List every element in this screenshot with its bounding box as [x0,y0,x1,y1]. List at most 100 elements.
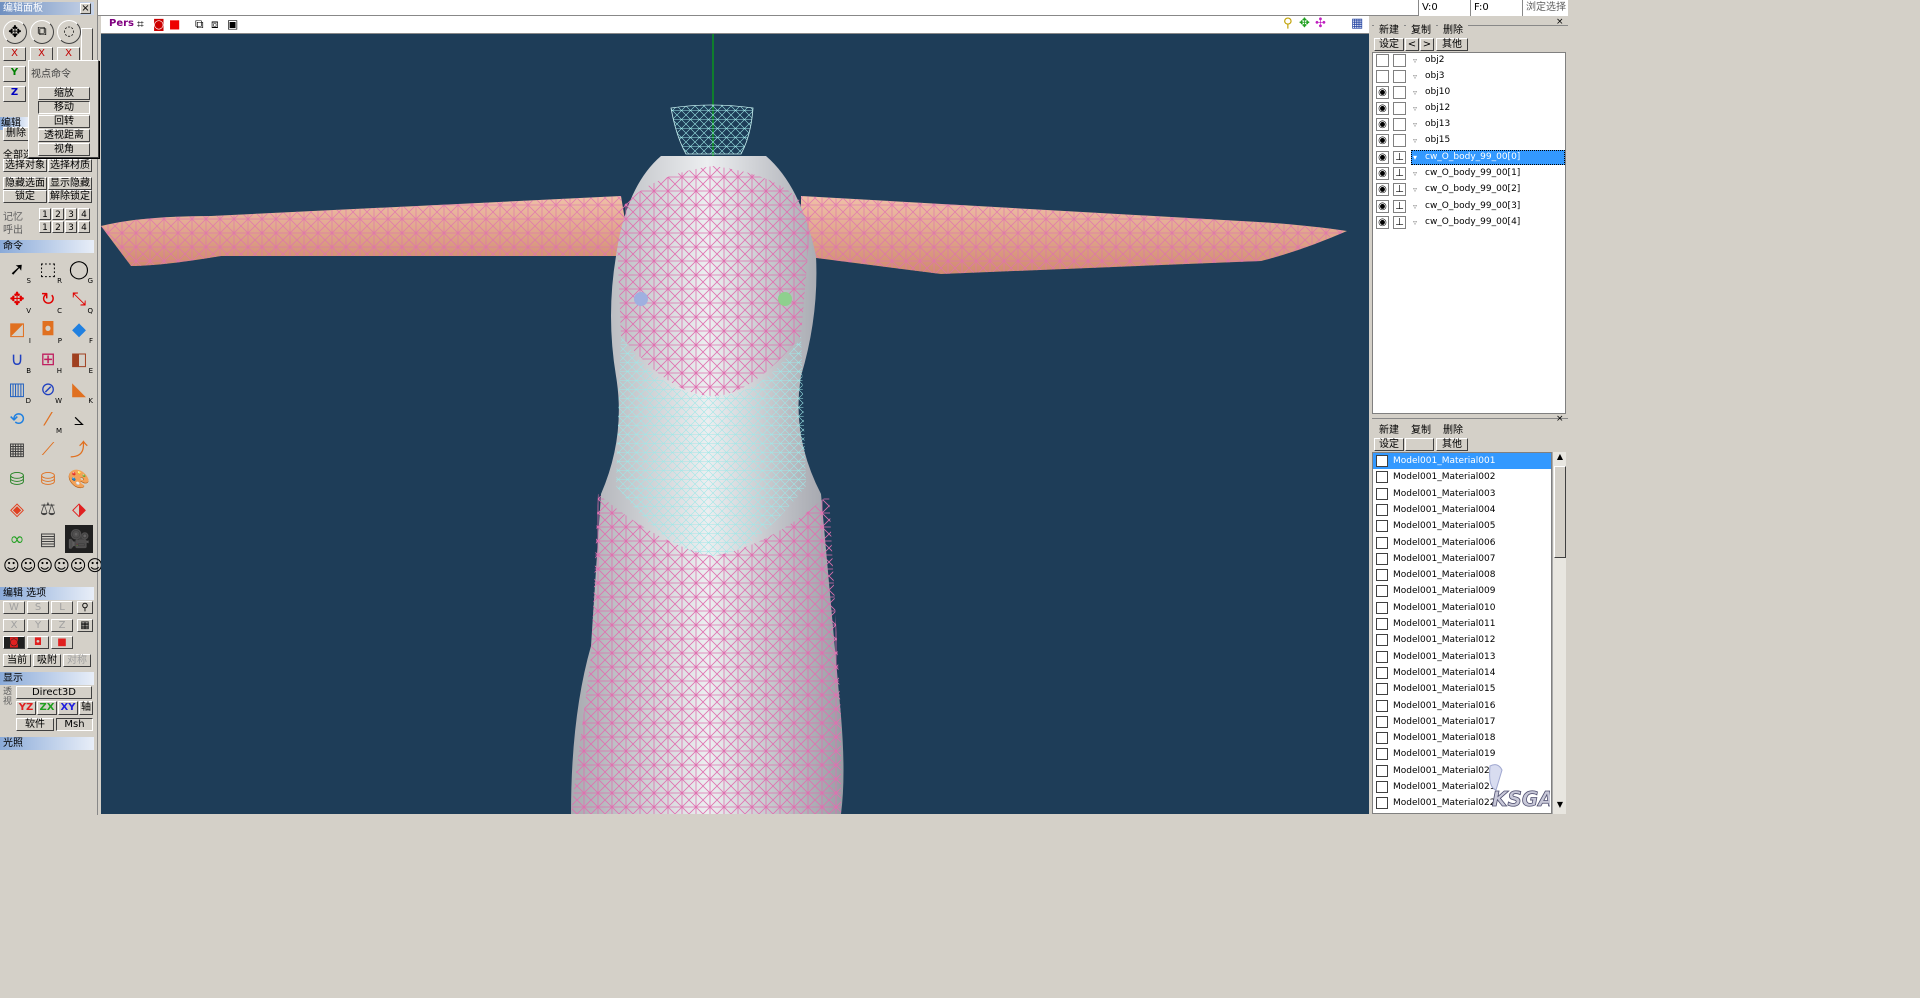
paint-icon[interactable]: 🎨 [65,465,93,493]
zoom-view-icon[interactable]: ⚲ [1283,16,1293,31]
symmetry-button[interactable]: 对称 [63,654,91,667]
object-other-button[interactable]: 其他 [1436,38,1468,51]
select-arrow-icon[interactable]: ➚ S [3,255,31,286]
material-visibility-checkbox[interactable] [1376,618,1388,630]
option-w-button[interactable]: W [3,601,25,614]
pin-lock-icon[interactable]: ⊥ [1393,167,1406,180]
material-row[interactable]: Model001_Material014 [1373,665,1551,681]
camera-icon[interactable]: 🎥 [65,525,93,553]
zoom-button[interactable]: 缩放 [38,87,90,100]
material-panel-close-icon[interactable]: × [1556,414,1564,424]
rect-select-icon[interactable]: ⬚ R [34,255,62,286]
object-row[interactable]: ▿ obj3 [1373,69,1567,84]
visibility-toggle[interactable] [1376,70,1389,83]
material-visibility-checkbox[interactable] [1376,520,1388,533]
xy-view-button[interactable]: XY [58,701,78,715]
material-row[interactable]: Model001_Material007 [1373,551,1551,567]
primitive-box-icon[interactable]: ◘ P [34,315,62,346]
direct3d-button[interactable]: Direct3D [16,686,92,699]
object-panel-close-icon[interactable]: × [1556,17,1564,27]
material-row[interactable]: Model001_Material015 [1373,681,1551,697]
window-icon[interactable]: ⧈ [211,17,219,32]
option-l-button[interactable]: L [51,601,73,614]
view-mode-label[interactable]: Pers [109,18,134,29]
material-visibility-checkbox[interactable] [1376,552,1388,565]
material-settings-button[interactable]: 设定 [1374,438,1404,451]
show-hidden-button[interactable]: 显示隐藏 [48,177,92,190]
material-visibility-checkbox[interactable] [1376,781,1388,793]
zx-view-button[interactable]: ZX [37,701,57,715]
material-row[interactable]: Model001_Material018 [1373,730,1551,746]
scale-view-icon[interactable]: ⧉ [30,20,54,44]
unlock-button[interactable]: 解除锁定 [48,190,92,203]
material-new-button[interactable]: 新建 [1374,425,1404,438]
hide-selected-button[interactable]: 隐藏选面 [3,177,47,190]
lock-selection-label[interactable]: 浏定选择 [1522,0,1568,16]
weld-icon[interactable]: ⊘ W [34,375,62,406]
software-button[interactable]: 软件 [16,718,54,731]
character-plugins-icon[interactable]: ☺ ☺ ☺ ☺ ☺ ☺ [3,556,103,582]
option-z-button[interactable]: Z [51,619,73,632]
magic-wand-icon[interactable]: ⁄ M [34,405,62,436]
object-row[interactable]: ▿ obj2 [1373,53,1567,68]
material-row[interactable]: Model001_Material004 [1373,502,1551,518]
3d-viewport[interactable] [101,16,1369,814]
orbit-view-icon[interactable]: ✣ [1315,16,1326,31]
material-visibility-checkbox[interactable] [1376,503,1388,516]
lathe-icon[interactable]: ⟲ [3,405,31,433]
snap-button[interactable]: 吸附 [33,654,61,667]
knife-icon[interactable]: ◣ K [65,375,93,406]
memory-slot-2[interactable]: 2 [52,208,64,220]
close-icon[interactable]: × [80,3,91,14]
material-row[interactable]: Model001_Material006 [1373,535,1551,551]
material-visibility-checkbox[interactable] [1376,764,1388,777]
bone-icon[interactable]: ⟋ [34,435,62,463]
material-visibility-checkbox[interactable] [1376,471,1388,484]
yz-view-button[interactable]: YZ [16,701,36,715]
eye-icon[interactable]: ◉ [1376,118,1389,131]
scroll-up-icon[interactable]: ▲ [1554,452,1566,464]
axis-button[interactable]: 轴 [79,701,93,715]
material-row[interactable]: Model001_Material011 [1373,616,1551,632]
add-cylinder-icon[interactable]: ⛁ [34,465,62,493]
material-row[interactable]: Model001_Material002 [1373,469,1551,485]
option-x-button[interactable]: X [3,619,25,632]
material-visibility-checkbox[interactable] [1376,715,1388,728]
viewport-layout-icon[interactable]: ▦ [1351,16,1363,31]
delete-button[interactable]: 删除 [3,127,29,141]
lock-toggle[interactable] [1393,118,1406,131]
grid-option-icon[interactable]: ▦ [77,619,93,632]
render-solid-icon[interactable]: ■ [51,636,73,649]
move-tool-icon[interactable]: ✥ V [3,285,31,316]
eye-icon[interactable]: ◉ [1376,151,1389,164]
material-row-selected[interactable]: Model001_Material001 [1373,453,1551,469]
material-row[interactable]: Model001_Material016 [1373,698,1551,714]
render-wire-icon[interactable]: ◙ [3,636,25,649]
material-delete-button[interactable]: 删除 [1438,425,1468,438]
search-icon[interactable]: ⚲ [77,601,93,614]
eye-icon[interactable]: ◉ [1376,183,1389,196]
material-row[interactable]: Model001_Material008 [1373,567,1551,583]
z-axis-button[interactable]: Z [3,86,26,102]
object-row-selected[interactable]: ◉ ⊥ ▾ cw_O_body_99_00[0] [1373,150,1567,165]
morph-icon[interactable]: ∞ [3,525,31,553]
memory-slot-4[interactable]: 4 [78,208,90,220]
lock-toggle[interactable] [1393,86,1406,99]
material-visibility-checkbox[interactable] [1376,666,1388,679]
scroll-thumb[interactable] [1554,466,1566,558]
material-visibility-checkbox[interactable] [1376,650,1388,663]
object-row[interactable]: ◉ ⊥ ▿ cw_O_body_99_00[4] [1373,215,1567,230]
material-row[interactable]: Model001_Material003 [1373,486,1551,502]
material-copy-button[interactable]: 复制 [1406,425,1436,438]
lock-toggle[interactable] [1393,54,1406,67]
solid-toggle-icon[interactable]: ■ [169,17,180,31]
curve-icon[interactable]: ⤴ [65,435,93,463]
memory-slot-3[interactable]: 3 [65,208,77,220]
material-visibility-checkbox[interactable] [1376,569,1388,582]
cylinder-icon[interactable]: ⛁ [3,465,31,493]
material-visibility-checkbox[interactable] [1376,455,1388,467]
material-blank-button[interactable] [1405,438,1434,451]
select-object-button[interactable]: 选择对象 [3,159,47,172]
object-new-button[interactable]: 新建 [1374,25,1404,38]
material-row[interactable]: Model001_Material017 [1373,714,1551,730]
